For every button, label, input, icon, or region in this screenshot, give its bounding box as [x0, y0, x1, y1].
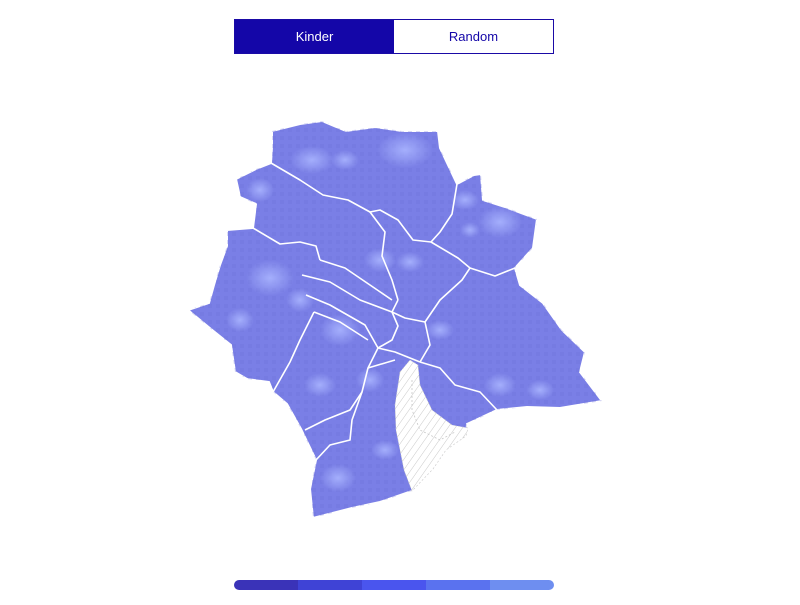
- color-legend: [234, 580, 554, 590]
- legend-step-5: [490, 580, 554, 590]
- legend-step-3: [362, 580, 426, 590]
- city-map[interactable]: [0, 0, 800, 600]
- legend-step-1: [234, 580, 298, 590]
- toggle-kinder-button[interactable]: Kinder: [235, 20, 394, 53]
- legend-step-4: [426, 580, 490, 590]
- legend-step-2: [298, 580, 362, 590]
- map-svg: [185, 119, 604, 520]
- mode-toggle[interactable]: Kinder Random: [234, 19, 554, 54]
- toggle-random-button[interactable]: Random: [394, 20, 553, 53]
